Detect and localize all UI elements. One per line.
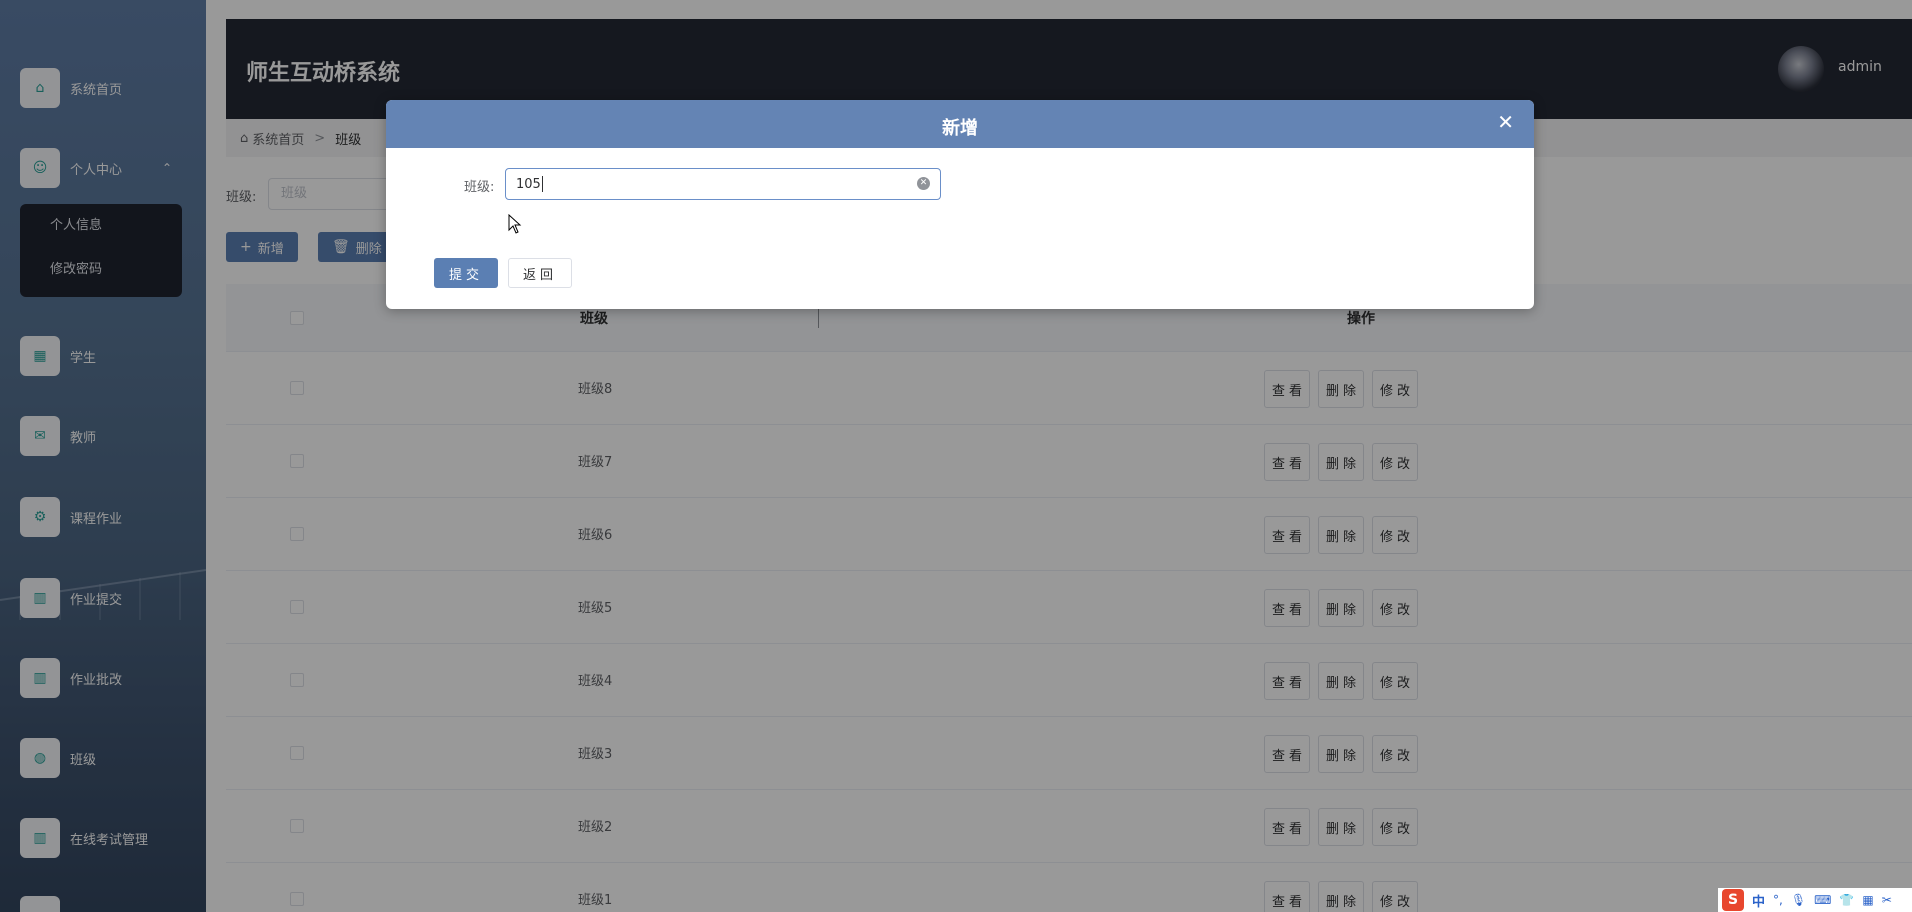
dialog-header: 新增 ✕ bbox=[386, 100, 1534, 148]
sogou-logo-icon[interactable]: S bbox=[1722, 889, 1744, 911]
tool-icon[interactable]: ✂ bbox=[1882, 893, 1892, 907]
text-caret bbox=[541, 176, 543, 192]
apps-icon[interactable]: ▦ bbox=[1862, 893, 1873, 907]
dialog-title: 新增 bbox=[942, 118, 978, 139]
close-icon[interactable]: ✕ bbox=[1497, 112, 1514, 132]
submit-button[interactable]: 提交 bbox=[434, 258, 498, 288]
mouse-cursor-icon bbox=[508, 214, 522, 234]
class-field-label: 班级: bbox=[464, 180, 495, 195]
keyboard-icon[interactable]: ⌨ bbox=[1814, 893, 1831, 907]
ime-mode[interactable]: 中 bbox=[1752, 891, 1765, 910]
clear-icon[interactable]: ✕ bbox=[917, 177, 930, 190]
class-input-value: 105 bbox=[516, 176, 541, 192]
skin-icon[interactable]: 👕 bbox=[1839, 893, 1854, 907]
ime-toolbar: S 中 °, 🎙 ⌨ 👕 ▦ ✂ bbox=[1718, 888, 1912, 912]
ime-punctuation[interactable]: °, bbox=[1773, 893, 1783, 907]
add-dialog: 新增 ✕ 班级: 105 ✕ 提交 返回 bbox=[386, 100, 1534, 309]
back-button[interactable]: 返回 bbox=[508, 258, 572, 288]
microphone-icon[interactable]: 🎙 bbox=[1791, 893, 1806, 907]
class-input[interactable]: 105 ✕ bbox=[505, 168, 941, 200]
